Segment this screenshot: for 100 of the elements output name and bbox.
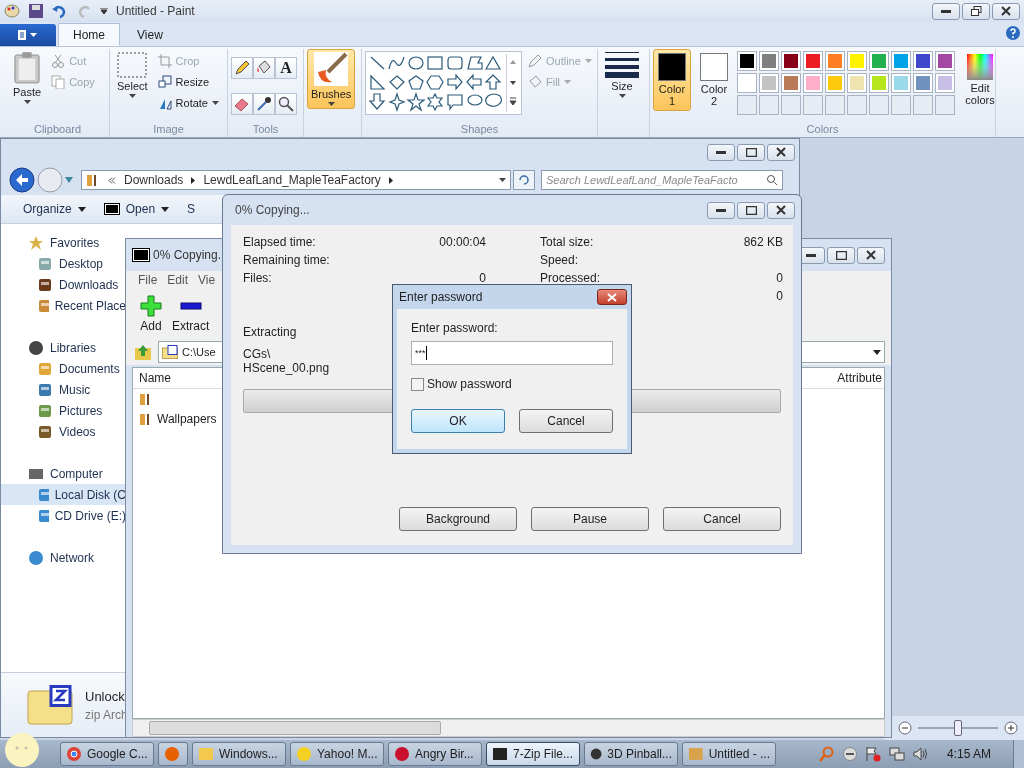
password-field[interactable]: ***: [411, 341, 613, 365]
toolbar-button[interactable]: Open: [101, 200, 172, 218]
color-swatch[interactable]: [847, 73, 867, 93]
nav-item[interactable]: Local Disk (C: [1, 484, 126, 505]
color-swatch[interactable]: [737, 51, 757, 71]
background-button[interactable]: Background: [399, 507, 517, 531]
empty-swatch[interactable]: [891, 95, 911, 115]
taskbar-button[interactable]: 7-Zip File...: [486, 742, 580, 766]
empty-swatch[interactable]: [869, 95, 889, 115]
maximize-button[interactable]: [737, 143, 765, 161]
edit-colors-button[interactable]: Edit colors: [959, 49, 1001, 109]
empty-swatch[interactable]: [737, 95, 757, 115]
undo-icon[interactable]: [52, 3, 68, 19]
color-swatch[interactable]: [935, 73, 955, 93]
empty-swatch[interactable]: [935, 95, 955, 115]
select-button[interactable]: Select: [113, 49, 152, 101]
help-icon[interactable]: [1006, 26, 1020, 40]
close-button[interactable]: [992, 2, 1020, 20]
save-icon[interactable]: [28, 3, 44, 19]
pause-button[interactable]: Pause: [531, 507, 649, 531]
ribbon-tab[interactable]: Home: [58, 23, 120, 46]
add-button[interactable]: Add: [140, 295, 162, 333]
refresh-button[interactable]: [513, 170, 535, 190]
color-swatch[interactable]: [803, 73, 823, 93]
column-header[interactable]: Attribute: [837, 371, 884, 385]
empty-swatch[interactable]: [781, 95, 801, 115]
color-swatch[interactable]: [847, 51, 867, 71]
empty-swatch[interactable]: [803, 95, 823, 115]
up-folder-icon[interactable]: [134, 343, 152, 361]
color-swatch[interactable]: [737, 73, 757, 93]
taskbar-button[interactable]: Untitled - ...: [682, 742, 776, 766]
nav-item[interactable]: Libraries: [1, 337, 126, 358]
text-tool-button[interactable]: A: [275, 57, 297, 79]
back-icon[interactable]: [9, 167, 35, 193]
nav-item[interactable]: Downloads: [1, 274, 126, 295]
taskbar-button[interactable]: 3D Pinball...: [584, 742, 678, 766]
search-field[interactable]: Search LewdLeafLand_MapleTeaFacto: [541, 170, 783, 190]
menu-item[interactable]: Edit: [167, 273, 189, 287]
maximize-button[interactable]: [827, 246, 855, 264]
rotate-button[interactable]: Rotate: [155, 93, 221, 113]
taskbar-button[interactable]: Yahoo! M...: [290, 742, 384, 766]
magnifier-tool-button[interactable]: [275, 93, 297, 115]
empty-swatch[interactable]: [847, 95, 867, 115]
paste-button[interactable]: Paste: [9, 49, 46, 107]
color-swatch[interactable]: [913, 51, 933, 71]
menu-item[interactable]: File: [138, 273, 158, 287]
cancel-button[interactable]: Cancel: [663, 507, 781, 531]
pencil-tool-button[interactable]: [231, 57, 253, 79]
show-password-checkbox[interactable]: Show password: [411, 377, 512, 391]
cancel-button[interactable]: Cancel: [519, 409, 613, 433]
taskbar-button[interactable]: Windows...: [192, 742, 286, 766]
horizontal-scrollbar[interactable]: [132, 719, 885, 737]
color-1-button[interactable]: Color 1: [653, 49, 691, 111]
color-swatch[interactable]: [803, 51, 823, 71]
minimize-button[interactable]: [932, 2, 960, 20]
volume-icon[interactable]: [912, 746, 929, 762]
color-swatch[interactable]: [891, 73, 911, 93]
empty-swatch[interactable]: [825, 95, 845, 115]
file-name[interactable]: Wallpapers: [157, 412, 217, 426]
start-button-icon[interactable]: [4, 732, 40, 768]
picker-tool-button[interactable]: [253, 93, 275, 115]
empty-swatch[interactable]: [759, 95, 779, 115]
clock[interactable]: 4:15 AM: [946, 747, 991, 761]
color-swatch[interactable]: [869, 51, 889, 71]
extract-button[interactable]: Extract: [172, 295, 210, 333]
nav-item[interactable]: Favorites: [1, 232, 126, 253]
nav-item[interactable]: Recent Place: [1, 295, 126, 316]
nav-item[interactable]: Videos: [1, 421, 126, 442]
ribbon-tab[interactable]: View: [122, 23, 178, 46]
show-desktop-button[interactable]: [1013, 740, 1024, 768]
network-icon[interactable]: [888, 746, 905, 762]
nav-item[interactable]: Music: [1, 379, 126, 400]
customize-caret-icon[interactable]: [100, 8, 108, 14]
nav-item[interactable]: Pictures: [1, 400, 126, 421]
color-swatch[interactable]: [891, 51, 911, 71]
close-button[interactable]: [767, 201, 795, 219]
taskbar-button[interactable]: Google C...: [60, 742, 154, 766]
gallery-scroll-icon[interactable]: [506, 54, 519, 112]
taskbar-button[interactable]: Angry Bir...: [388, 742, 482, 766]
organize-menu-button[interactable]: Organize: [21, 200, 88, 218]
nav-item[interactable]: Desktop: [1, 253, 126, 274]
menu-item[interactable]: Vie: [198, 273, 216, 287]
color-swatch[interactable]: [781, 73, 801, 93]
resize-button[interactable]: Resize: [155, 72, 221, 92]
app-menu-button[interactable]: [0, 24, 56, 46]
size-button[interactable]: Size: [601, 49, 643, 101]
minus-circle-icon[interactable]: [842, 747, 857, 761]
nav-item[interactable]: Documents: [1, 358, 126, 379]
color-swatch[interactable]: [825, 73, 845, 93]
minimize-button[interactable]: [707, 143, 735, 161]
zoom-in-icon[interactable]: [1004, 721, 1018, 735]
nav-item[interactable]: Network: [1, 547, 126, 568]
close-button[interactable]: [597, 289, 627, 305]
history-caret-icon[interactable]: [65, 177, 73, 183]
color-swatch[interactable]: [913, 73, 933, 93]
color-2-button[interactable]: Color 2: [695, 49, 733, 111]
toolbar-button[interactable]: S: [185, 200, 198, 218]
restore-button[interactable]: [962, 2, 990, 20]
color-swatch[interactable]: [935, 51, 955, 71]
close-button[interactable]: [857, 246, 885, 264]
